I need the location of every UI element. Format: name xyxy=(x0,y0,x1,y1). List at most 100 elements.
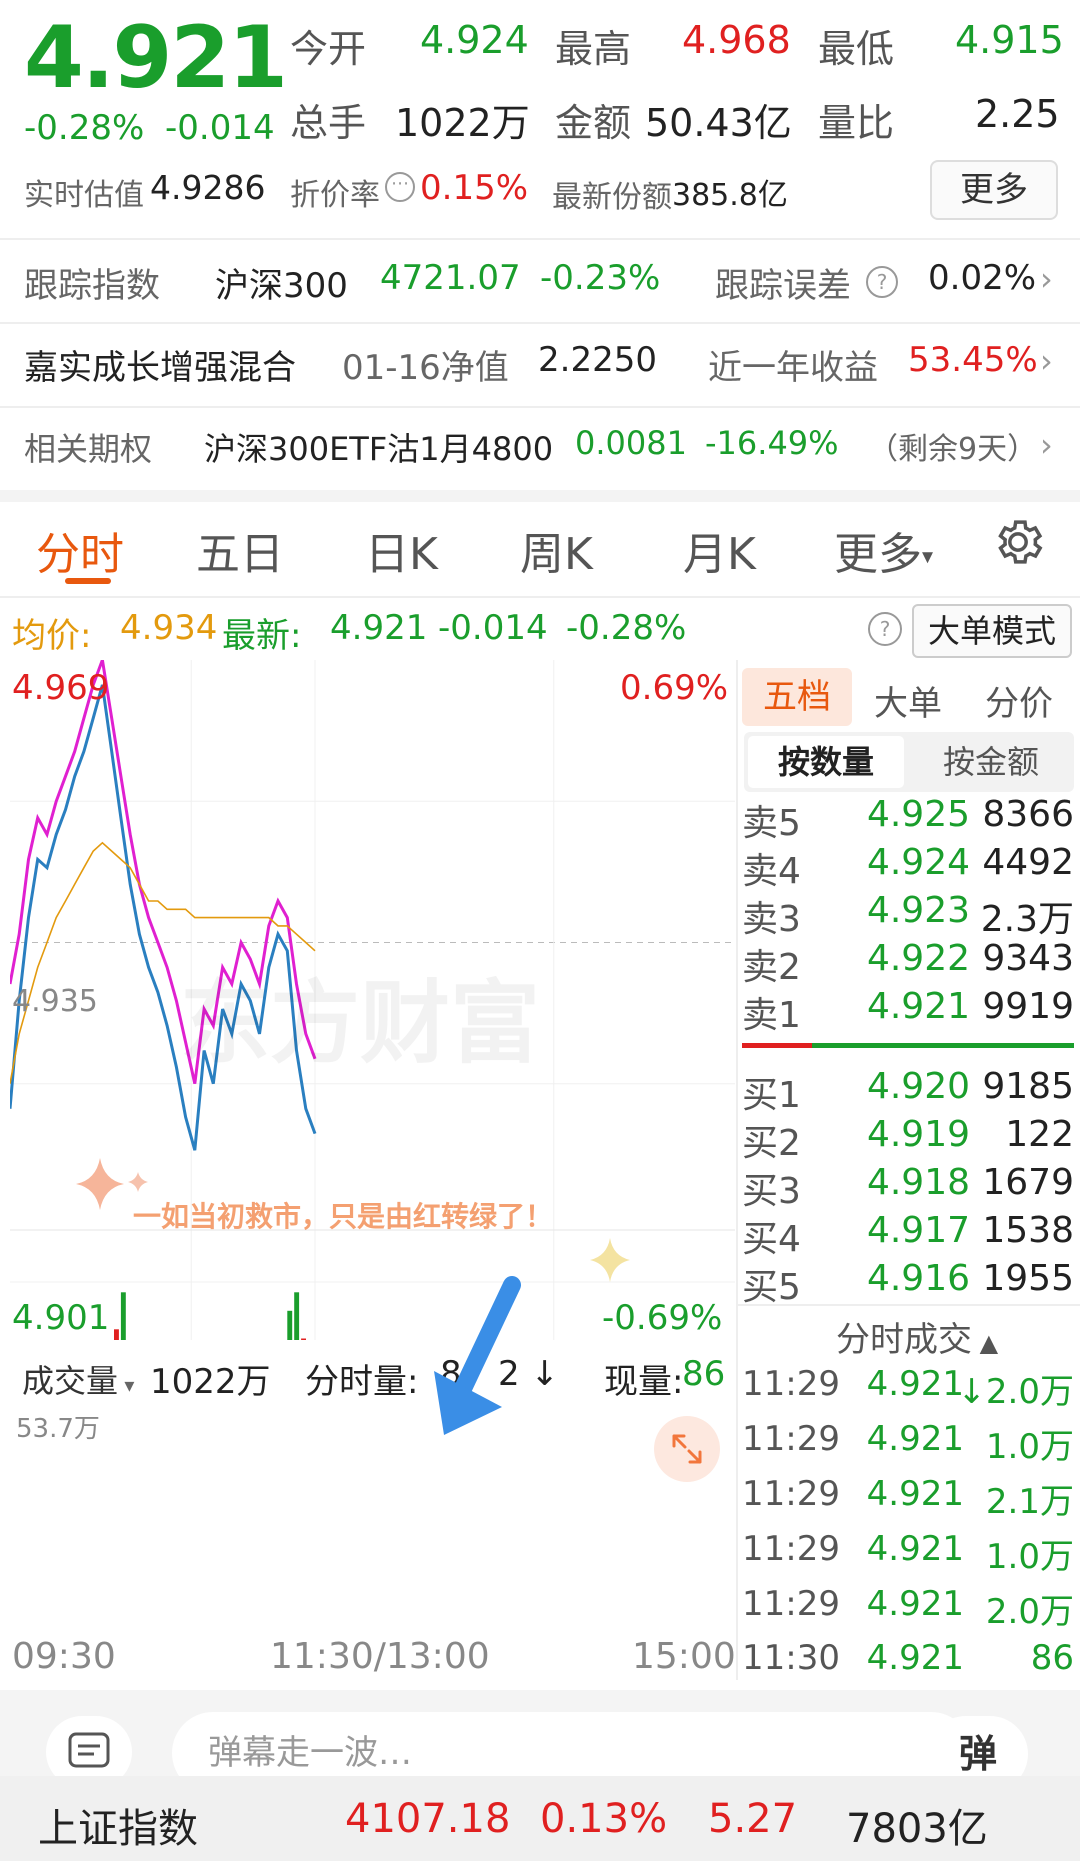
open-label: 今开 xyxy=(290,27,367,71)
nav-label: 01-16净值 xyxy=(342,348,509,388)
divider xyxy=(0,238,1080,240)
divider xyxy=(738,1304,1080,1306)
annotation-text: 一如当初救市，只是由红转绿了！ xyxy=(132,1200,553,1233)
premium-label: 折价率 xyxy=(290,178,380,213)
bid-volume: 1679 xyxy=(982,1162,1074,1203)
tab-five-day[interactable]: 五日 xyxy=(196,518,284,582)
big-order-mode-button[interactable]: 大单模式 xyxy=(912,604,1072,658)
year-return-value: 53.45% xyxy=(908,340,1038,380)
chevron-right-icon[interactable]: › xyxy=(1040,342,1053,380)
divider xyxy=(0,322,1080,324)
last-price: 4.921 xyxy=(24,8,288,108)
track-index-change: -0.23% xyxy=(540,258,661,298)
tick-price: 4.921 xyxy=(866,1638,964,1678)
ask-label: 卖2 xyxy=(742,947,801,988)
index-pct: 0.13% xyxy=(540,1796,668,1842)
tick-volume: 2.1万 xyxy=(985,1482,1074,1522)
option-remaining: （剩余9天） xyxy=(868,432,1038,467)
volume-dropdown[interactable]: 成交量 ▾ xyxy=(22,1356,134,1402)
pct-axis-min: -0.69% xyxy=(602,1298,723,1338)
ask-price: 4.925 xyxy=(866,794,970,835)
amount-label: 金额 xyxy=(555,101,632,145)
option-price: 0.0081 xyxy=(575,424,687,462)
tick-volume: 86 xyxy=(1030,1638,1074,1678)
sparkle-icon xyxy=(590,1238,630,1282)
bid-price: 4.916 xyxy=(866,1258,970,1299)
divider xyxy=(0,596,1080,598)
iopv-value: 4.9286 xyxy=(150,168,266,207)
ask-volume: 2.3万 xyxy=(980,899,1074,940)
expand-button[interactable] xyxy=(654,1416,720,1482)
bid-price: 4.919 xyxy=(866,1114,970,1155)
tick-volume: 1.0万 xyxy=(985,1537,1074,1577)
volume-max-label: 53.7万 xyxy=(16,1414,100,1444)
high-label: 最高 xyxy=(555,27,632,71)
tab-daily-k[interactable]: 日K xyxy=(365,518,438,582)
index-change: 5.27 xyxy=(708,1796,798,1842)
arrow-annotation-icon xyxy=(434,1276,521,1435)
tab-price-distribution[interactable]: 分价 xyxy=(985,676,1053,725)
avg-value: 4.934 xyxy=(120,608,218,648)
premium-value: 0.15% xyxy=(420,168,529,208)
help-icon[interactable]: ? xyxy=(866,266,898,298)
ticks-title[interactable]: 分时成交 ▲ xyxy=(836,1312,998,1361)
tab-monthly-k[interactable]: 月K xyxy=(683,518,756,582)
ask-row: 卖4 4.924 4492 xyxy=(742,842,1074,892)
ratio-value: 2.25 xyxy=(975,92,1060,136)
ask-label: 卖3 xyxy=(742,899,801,940)
tick-row: 11:30 4.921 86 xyxy=(742,1638,1074,1688)
tab-underline xyxy=(65,578,111,584)
subtab-by-quantity[interactable]: 按数量 xyxy=(748,736,904,788)
tick-time: 11:29 xyxy=(742,1584,840,1624)
caret-up-icon: ▲ xyxy=(972,1329,999,1357)
change-pct: -0.28% xyxy=(24,108,145,148)
tab-five-levels[interactable]: 五档 xyxy=(742,668,852,726)
info-icon[interactable]: ⋯ xyxy=(385,172,415,202)
track-error-value: 0.02% xyxy=(928,258,1037,298)
section-gap xyxy=(0,490,1080,502)
tick-volume: ↓2.0万 xyxy=(957,1372,1074,1412)
bid-label: 买1 xyxy=(742,1075,801,1116)
avg-label: 均价: xyxy=(12,616,92,656)
tab-weekly-k[interactable]: 周K xyxy=(520,518,593,582)
volume-bar xyxy=(301,1338,306,1340)
subtab-by-amount[interactable]: 按金额 xyxy=(912,736,1070,788)
tick-row: 11:29 4.921 1.0万 xyxy=(742,1529,1074,1579)
tab-big-orders[interactable]: 大单 xyxy=(874,676,942,725)
fund-name[interactable]: 嘉实成长增强混合 xyxy=(24,340,296,389)
bid-volume: 1538 xyxy=(982,1210,1074,1251)
tick-time: 11:29 xyxy=(742,1419,840,1459)
ask-row: 卖2 4.922 9343 xyxy=(742,938,1074,988)
ask-row: 卖3 4.923 2.3万 xyxy=(742,890,1074,940)
pct-axis-max: 0.69% xyxy=(620,668,729,708)
gear-icon[interactable] xyxy=(990,514,1046,570)
tab-more[interactable]: 更多▾ xyxy=(834,518,933,582)
last-label: 最新: xyxy=(222,616,302,656)
index-value: 4107.18 xyxy=(345,1796,511,1842)
last-value: 4.921 xyxy=(330,608,428,648)
ask-volume: 9919 xyxy=(982,986,1074,1027)
tick-row: 11:29 4.921 1.0万 xyxy=(742,1419,1074,1469)
ratio-bar-sell xyxy=(742,1043,812,1048)
time-axis-end: 15:00 xyxy=(632,1636,736,1677)
year-return-label: 近一年收益 xyxy=(708,348,878,388)
tick-time: 11:29 xyxy=(742,1529,840,1569)
time-axis-mid: 11:30/13:00 xyxy=(270,1636,490,1677)
high-value: 4.968 xyxy=(682,18,791,62)
y-axis-max: 4.969 xyxy=(12,668,110,708)
ask-volume: 9343 xyxy=(982,938,1074,979)
volume-dropdown-label: 成交量 xyxy=(22,1362,119,1400)
help-icon[interactable]: ? xyxy=(868,612,902,646)
track-index-name[interactable]: 沪深300 xyxy=(215,258,348,307)
option-name[interactable]: 沪深300ETF沽1月4800 xyxy=(204,424,553,470)
divider xyxy=(0,406,1080,408)
iopv-label: 实时估值 xyxy=(24,178,144,213)
chevron-right-icon[interactable]: › xyxy=(1040,426,1053,464)
chevron-right-icon[interactable]: › xyxy=(1040,260,1053,298)
bid-label: 买5 xyxy=(742,1267,801,1308)
more-button[interactable]: 更多 xyxy=(930,160,1058,220)
volume-bar xyxy=(114,1329,119,1340)
tick-price: 4.921 xyxy=(866,1529,964,1569)
watermark: 东方财富 xyxy=(180,971,540,1076)
tab-intraday[interactable]: 分时 xyxy=(36,518,124,582)
